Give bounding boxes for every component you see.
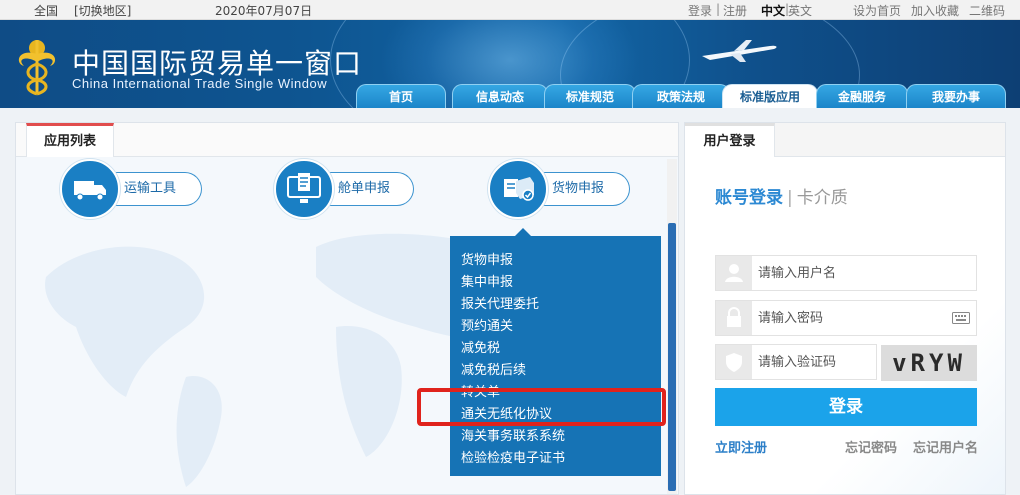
- qrcode-link[interactable]: 二维码: [969, 2, 1005, 19]
- manifest-icon-circle[interactable]: [274, 159, 334, 219]
- menu-item-customs-agent-commission[interactable]: 报关代理委托: [461, 293, 539, 312]
- username-field[interactable]: [715, 255, 977, 291]
- topbar-divider: |: [716, 2, 721, 16]
- user-login-panel: 用户登录 账号登录|卡介质 vRYW 登录 立即注册 忘记密码 忘记用户名: [684, 122, 1006, 495]
- paperless-agreement-highlight: [417, 388, 666, 426]
- lock-icon: [716, 301, 752, 335]
- tab-my-services[interactable]: 我要办事: [906, 84, 1006, 108]
- card-login-tab[interactable]: 卡介质: [797, 188, 848, 208]
- lang-chinese-link[interactable]: 中文: [761, 2, 785, 19]
- register-now-link[interactable]: 立即注册: [715, 437, 767, 456]
- username-input[interactable]: [758, 262, 928, 284]
- menu-item-cargo-declaration[interactable]: 货物申报: [461, 249, 513, 268]
- app-cargo-declaration[interactable]: 货物申报: [488, 159, 630, 221]
- tab-home[interactable]: 首页: [356, 84, 446, 108]
- monitor-document-icon: [287, 173, 321, 203]
- lang-english-link[interactable]: 英文: [788, 2, 812, 19]
- tab-news[interactable]: 信息动态: [452, 84, 548, 108]
- tab-standards[interactable]: 标准规范: [544, 84, 636, 108]
- cargo-icon-circle[interactable]: [488, 159, 548, 219]
- menu-item-customs-contact-system[interactable]: 海关事务联系系统: [461, 425, 565, 444]
- tab-policies[interactable]: 政策法规: [632, 84, 730, 108]
- truck-icon-circle[interactable]: [60, 159, 120, 219]
- menu-item-tax-reduction-followup[interactable]: 减免税后续: [461, 359, 526, 378]
- login-type-switch: 账号登录 | 卡介质: [715, 183, 848, 208]
- login-header: 用户登录: [685, 123, 1005, 157]
- login-submit-button[interactable]: 登录: [715, 388, 977, 426]
- tab-standard-apps[interactable]: 标准版应用: [722, 84, 818, 108]
- airplane-icon: [702, 40, 777, 62]
- register-link[interactable]: 注册: [723, 2, 747, 19]
- tab-financial-services[interactable]: 金融服务: [816, 84, 908, 108]
- add-favorite-link[interactable]: 加入收藏: [911, 2, 959, 19]
- menu-item-appointment-clearance[interactable]: 预约通关: [461, 315, 513, 334]
- app-list-header: 应用列表: [16, 123, 678, 157]
- cargo-box-icon: [504, 177, 534, 201]
- app-transport-vehicle[interactable]: 运输工具: [60, 159, 202, 221]
- cargo-declaration-dropdown: 货物申报 集中申报 报关代理委托 预约通关 减免税 减免税后续 转关单 通关无纸…: [450, 236, 661, 476]
- app-cargo-label[interactable]: 货物申报: [536, 172, 630, 206]
- app-list-tab[interactable]: 应用列表: [26, 123, 114, 157]
- menu-item-tax-reduction[interactable]: 减免税: [461, 337, 500, 356]
- menu-item-inspection-certificate[interactable]: 检验检疫电子证书: [461, 447, 565, 466]
- app-transport-vehicle-label[interactable]: 运输工具: [108, 172, 202, 206]
- menu-item-centralized-declaration[interactable]: 集中申报: [461, 271, 513, 290]
- site-title-en: China International Trade Single Window: [72, 76, 328, 91]
- user-icon: [716, 256, 752, 290]
- login-link[interactable]: 登录: [688, 2, 712, 19]
- captcha-field[interactable]: [715, 344, 928, 380]
- captcha-image[interactable]: vRYW: [881, 345, 977, 381]
- password-field[interactable]: [715, 300, 977, 336]
- scrollbar-thumb[interactable]: [668, 223, 676, 491]
- account-login-tab[interactable]: 账号登录: [715, 188, 783, 208]
- region-label: 全国: [34, 4, 59, 18]
- shield-icon: [716, 345, 752, 379]
- forgot-username-link[interactable]: 忘记用户名: [913, 437, 978, 456]
- app-manifest-declaration[interactable]: 舱单申报: [274, 159, 414, 221]
- current-date: 2020年07月07日: [215, 4, 313, 18]
- login-type-divider: |: [787, 188, 793, 208]
- password-input[interactable]: [758, 307, 928, 329]
- switch-region-link[interactable]: [切换地区]: [74, 2, 131, 19]
- customs-emblem-icon[interactable]: [12, 34, 62, 96]
- truck-icon: [74, 181, 106, 201]
- set-homepage-link[interactable]: 设为首页: [853, 2, 901, 19]
- top-utility-bar: 全国 [切换地区] 2020年07月07日 登录 | 注册 中文 | 英文 设为…: [0, 0, 1020, 20]
- app-manifest-label[interactable]: 舱单申报: [322, 172, 414, 206]
- forgot-password-link[interactable]: 忘记密码: [845, 437, 897, 456]
- keyboard-icon[interactable]: [952, 312, 970, 324]
- login-panel-tab[interactable]: 用户登录: [685, 123, 775, 157]
